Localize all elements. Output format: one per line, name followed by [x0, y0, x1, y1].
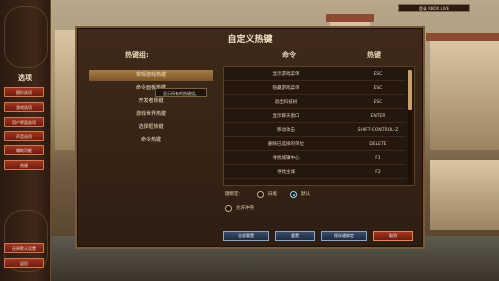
- background-roof: [426, 33, 499, 41]
- table-row[interactable]: 退出科技树 ESC: [224, 97, 406, 109]
- xbox-live-login-button[interactable]: 登录 XBOX LIVE: [398, 4, 470, 12]
- group-tooltip: 显示所有的热键组。: [155, 88, 207, 97]
- hotkey-cell[interactable]: DELETE: [350, 139, 406, 151]
- table-row[interactable]: 隐藏游戏菜单 ESC: [224, 83, 406, 95]
- sidebar-title: 选项: [18, 74, 32, 82]
- hotkey-table: 显示游戏菜单 ESC 隐藏游戏菜单 ESC 退出科技树 ESC 显示聊天窗口 ENTER…: [223, 66, 415, 186]
- legacy-label: 旧版: [268, 192, 277, 197]
- command-cell: 隐藏游戏菜单: [272, 86, 300, 91]
- background-roof: [326, 14, 374, 22]
- hotkey-cell[interactable]: ESC: [350, 69, 406, 81]
- group-item-commands[interactable]: 命令热键: [89, 135, 213, 146]
- hotkey-cell[interactable]: ENTER: [350, 111, 406, 123]
- hotkey-cell[interactable]: SHIFT-CONTROL-Z: [350, 125, 406, 137]
- command-cell: 寻找主城: [277, 170, 295, 175]
- legacy-radio[interactable]: [257, 191, 264, 198]
- sidebar-item-hotkeys[interactable]: 热键: [4, 160, 44, 170]
- table-row[interactable]: 寻找城镇中心 F1: [224, 153, 406, 165]
- sidebar-ornament: [4, 6, 48, 68]
- options-sidebar: 选项 图形选项 游戏选项 用户界面选项 声音选项 辅助功能 热键 还原默认设置 …: [0, 0, 51, 281]
- background-building: [430, 160, 499, 230]
- table-row[interactable]: 显示游戏菜单 ESC: [224, 69, 406, 81]
- reset-all-button[interactable]: 全部重置: [223, 231, 269, 241]
- table-row[interactable]: 寻找主城 F2: [224, 167, 406, 179]
- sidebar-item-game[interactable]: 游戏选项: [4, 102, 44, 112]
- keybinding-label: 键绑定:: [225, 192, 241, 197]
- cancel-button[interactable]: 取消: [373, 231, 413, 241]
- table-row[interactable]: 删除已选择的单位 DELETE: [224, 139, 406, 151]
- hotkey-cell[interactable]: F1: [350, 153, 406, 165]
- command-cell: 移动攻击: [277, 128, 295, 133]
- allow-conflict-radio[interactable]: [225, 205, 232, 212]
- background-building: [55, 30, 75, 150]
- dialog-title: 自定义热键: [227, 35, 273, 45]
- command-cell: 退出科技树: [274, 100, 298, 105]
- table-row[interactable]: 移动攻击 SHIFT-CONTROL-Z: [224, 125, 406, 137]
- command-cell: 显示游戏菜单: [272, 72, 300, 77]
- command-cell: 寻找城镇中心: [272, 156, 300, 161]
- command-cell: 显示聊天窗口: [272, 114, 300, 119]
- hotkey-cell[interactable]: ESC: [350, 83, 406, 95]
- sidebar-item-accessibility[interactable]: 辅助功能: [4, 145, 44, 155]
- sidebar-item-interface[interactable]: 用户界面选项: [4, 117, 44, 127]
- back-button[interactable]: 返回: [4, 258, 44, 268]
- sidebar-item-graphics[interactable]: 图形选项: [4, 87, 44, 97]
- background-building: [430, 40, 499, 150]
- group-item-game-world[interactable]: 游戏世界热键: [89, 109, 213, 120]
- command-header: 命令: [282, 51, 296, 59]
- scrollbar-thumb[interactable]: [408, 70, 412, 110]
- allow-conflict-label: 允许冲突: [236, 206, 254, 211]
- hotkey-dialog: 自定义热键 热键组: 命令 热键 常规游戏热键 命令面板热键 开发者热键 游戏世…: [75, 26, 425, 249]
- command-cell: 删除已选择的单位: [268, 142, 304, 147]
- sidebar-item-sound[interactable]: 声音选项: [4, 131, 44, 141]
- save-keybindings-button[interactable]: 保存键绑定: [321, 231, 367, 241]
- reset-button[interactable]: 重置: [275, 231, 315, 241]
- default-radio[interactable]: [290, 191, 297, 198]
- group-item-selection[interactable]: 选择框热键: [89, 122, 213, 133]
- hotkey-header: 热键: [367, 51, 381, 59]
- groups-header: 热键组:: [125, 51, 149, 59]
- hotkey-cell[interactable]: ESC: [350, 97, 406, 109]
- table-scrollbar[interactable]: [408, 70, 412, 184]
- restore-defaults-button[interactable]: 还原默认设置: [4, 243, 44, 253]
- default-label: 默认: [301, 192, 310, 197]
- hotkey-cell[interactable]: F2: [350, 167, 406, 179]
- group-item-general[interactable]: 常规游戏热键: [89, 70, 213, 81]
- table-row[interactable]: 显示聊天窗口 ENTER: [224, 111, 406, 123]
